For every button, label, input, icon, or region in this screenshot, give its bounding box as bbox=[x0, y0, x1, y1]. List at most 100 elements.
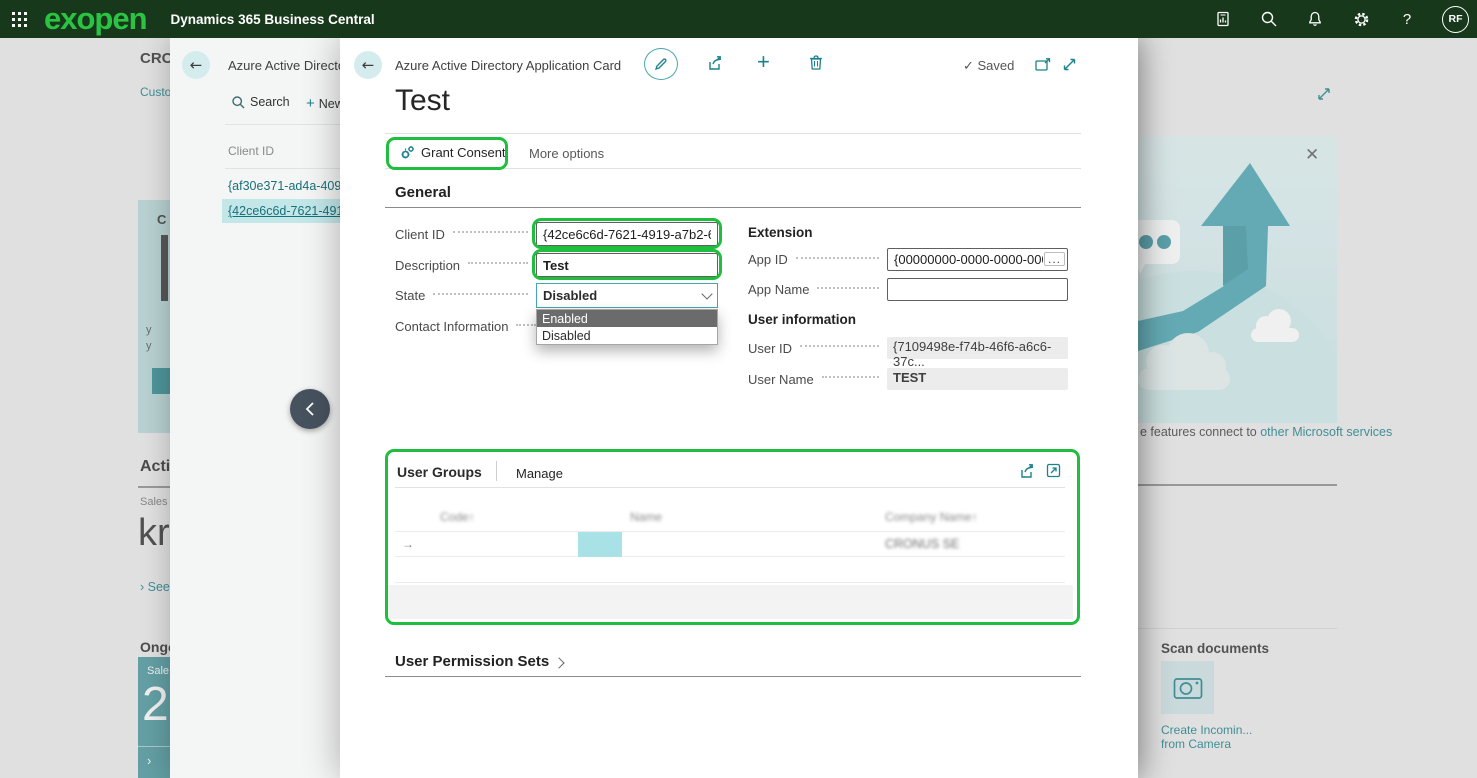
app-id-input[interactable] bbox=[887, 248, 1068, 271]
app-name-label: App Name bbox=[748, 282, 809, 297]
actionbar-bottom-line bbox=[385, 168, 1081, 169]
saved-status: ✓ Saved bbox=[963, 58, 1014, 74]
open-in-window-icon[interactable] bbox=[1035, 58, 1051, 72]
general-heading: General bbox=[395, 184, 451, 201]
state-row: State Disabled bbox=[395, 283, 718, 308]
client-id-input[interactable] bbox=[536, 222, 718, 246]
app-launcher-waffle-icon[interactable] bbox=[8, 8, 30, 30]
dotted-leader bbox=[453, 231, 528, 233]
state-dropdown-list: Enabled Disabled bbox=[536, 309, 718, 345]
share-button[interactable] bbox=[1018, 462, 1036, 480]
collapse-pane-button[interactable] bbox=[290, 389, 330, 429]
actionbar-top-line bbox=[385, 133, 1081, 134]
trash-icon bbox=[808, 54, 824, 71]
pencil-icon bbox=[654, 57, 668, 71]
selected-cell[interactable] bbox=[578, 532, 622, 557]
extension-heading: Extension bbox=[748, 225, 813, 240]
dotted-leader bbox=[516, 324, 536, 326]
edit-button[interactable] bbox=[644, 48, 678, 80]
resize-expand-icon[interactable] bbox=[1062, 57, 1077, 72]
table-row-empty[interactable] bbox=[395, 557, 1065, 583]
client-id-label: Client ID bbox=[395, 227, 445, 242]
column-header-code: Code↑ bbox=[440, 510, 475, 524]
user-name-row: User Name TEST bbox=[748, 368, 1068, 390]
user-name-value: TEST bbox=[887, 368, 1068, 390]
search-action[interactable]: Search bbox=[232, 95, 290, 109]
help-icon[interactable]: ? bbox=[1396, 8, 1418, 30]
ups-underline bbox=[385, 676, 1081, 677]
report-icon[interactable] bbox=[1212, 8, 1234, 30]
share-icon bbox=[706, 54, 724, 72]
app-title: Dynamics 365 Business Central bbox=[171, 12, 375, 27]
delete-button[interactable] bbox=[808, 54, 824, 71]
row-indicator-icon: → bbox=[402, 537, 414, 551]
open-in-full-icon[interactable] bbox=[1046, 463, 1061, 478]
header-separator bbox=[496, 461, 497, 481]
client-id-row: Client ID bbox=[395, 222, 718, 246]
user-permission-sets-section[interactable]: User Permission Sets bbox=[395, 653, 563, 670]
dotted-leader bbox=[468, 262, 528, 264]
grant-consent-icon bbox=[400, 145, 415, 160]
user-groups-heading: User Groups bbox=[397, 464, 482, 480]
dotted-leader bbox=[800, 345, 879, 347]
contact-info-label: Contact Information bbox=[395, 319, 508, 334]
back-arrow-icon[interactable]: ← bbox=[354, 51, 382, 79]
list-page-title: Azure Active Directory bbox=[228, 58, 356, 73]
user-id-value: {7109498e-f74b-46f6-a6c6-37c... bbox=[887, 337, 1068, 359]
description-row: Description bbox=[395, 253, 718, 277]
app-id-label: App ID bbox=[748, 252, 788, 267]
dotted-leader bbox=[817, 287, 879, 289]
page-title: Test bbox=[395, 84, 450, 118]
share-button[interactable] bbox=[706, 54, 724, 72]
table-row[interactable]: → CRONUS SE bbox=[395, 531, 1065, 557]
notifications-bell-icon[interactable] bbox=[1304, 8, 1326, 30]
new-button[interactable]: + bbox=[757, 49, 770, 75]
column-header-name: Name bbox=[630, 510, 662, 524]
app-name-input[interactable] bbox=[887, 278, 1068, 301]
app-id-row: App ID ... bbox=[748, 248, 1068, 271]
dotted-leader bbox=[796, 257, 879, 259]
plus-icon: + bbox=[306, 95, 315, 112]
description-input[interactable] bbox=[536, 253, 718, 277]
description-label: Description bbox=[395, 258, 460, 273]
manage-action[interactable]: Manage bbox=[516, 466, 563, 481]
state-value: Disabled bbox=[543, 288, 597, 303]
more-options-action[interactable]: More options bbox=[529, 146, 604, 161]
search-icon[interactable] bbox=[1258, 8, 1280, 30]
part-footer-area bbox=[388, 585, 1073, 619]
avatar[interactable]: RF bbox=[1442, 6, 1469, 33]
share-icon bbox=[1018, 462, 1036, 480]
settings-gear-icon[interactable] bbox=[1350, 8, 1372, 30]
dotted-leader bbox=[822, 376, 879, 378]
client-id-column-header: Client ID bbox=[228, 144, 274, 158]
state-dropdown[interactable]: Disabled bbox=[536, 283, 718, 308]
grant-consent-action[interactable]: Grant Consent bbox=[400, 145, 506, 160]
chevron-down-icon bbox=[701, 288, 712, 299]
dotted-leader bbox=[433, 293, 528, 295]
list-row-1[interactable]: {af30e371-ad4a-4097 bbox=[228, 179, 348, 193]
user-id-row: User ID {7109498e-f74b-46f6-a6c6-37c... bbox=[748, 337, 1068, 359]
user-name-label: User Name bbox=[748, 372, 814, 387]
exopen-logo: exopen bbox=[44, 4, 147, 34]
part-header-divider bbox=[395, 487, 1065, 488]
card-caption: Azure Active Directory Application Card bbox=[395, 58, 621, 73]
toolbar-divider bbox=[225, 124, 340, 125]
company-name-cell: CRONUS SE bbox=[885, 537, 959, 551]
state-option-enabled[interactable]: Enabled bbox=[537, 310, 717, 327]
state-option-disabled[interactable]: Disabled bbox=[537, 327, 717, 344]
assist-edit-button[interactable]: ... bbox=[1044, 252, 1065, 266]
user-permission-sets-heading: User Permission Sets bbox=[395, 653, 549, 670]
search-icon bbox=[232, 96, 245, 109]
back-arrow-icon[interactable]: ← bbox=[182, 51, 210, 79]
chevron-left-icon bbox=[304, 401, 316, 417]
top-bar: exopen Dynamics 365 Business Central ? R… bbox=[0, 0, 1477, 38]
contact-info-row: Contact Information bbox=[395, 319, 530, 334]
user-groups-part: User Groups Manage Code↑ Name Company Na… bbox=[388, 452, 1077, 622]
user-id-label: User ID bbox=[748, 341, 792, 356]
general-underline bbox=[385, 207, 1081, 208]
list-row-2-selected[interactable]: {42ce6c6d-7621-4919 bbox=[228, 204, 350, 218]
app-name-row: App Name bbox=[748, 278, 1068, 301]
chevron-right-icon bbox=[554, 657, 565, 668]
new-action[interactable]: + New bbox=[306, 95, 344, 112]
state-label: State bbox=[395, 288, 425, 303]
